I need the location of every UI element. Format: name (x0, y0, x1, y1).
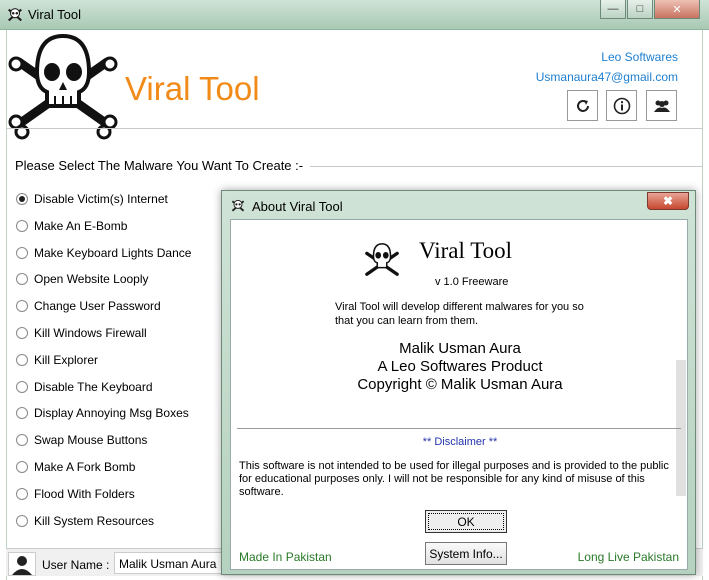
about-close-button[interactable]: ✖ (647, 192, 689, 210)
radio-button[interactable] (16, 434, 28, 447)
skull-icon (7, 8, 23, 22)
about-dialog: About Viral Tool ✖ Viral Tool v 1.0 Free… (221, 190, 696, 575)
ok-button[interactable]: OK (425, 510, 507, 533)
users-button[interactable] (646, 90, 677, 121)
malware-option-label: Flood With Folders (34, 486, 135, 501)
malware-group-label: Please Select The Malware You Want To Cr… (12, 158, 307, 173)
email-link[interactable]: Usmanaura47@gmail.com (536, 70, 678, 84)
malware-option[interactable]: Make Keyboard Lights Dance (16, 246, 191, 260)
description-text: Viral Tool will develop different malwar… (335, 301, 584, 327)
system-info-button[interactable]: System Info... (425, 542, 507, 565)
radio-button[interactable] (16, 219, 28, 232)
group-divider (310, 166, 703, 167)
radio-button[interactable] (16, 407, 28, 420)
company-link[interactable]: Leo Softwares (601, 50, 678, 64)
malware-option-label: Make An E-Bomb (34, 218, 128, 233)
malware-option[interactable]: Kill Windows Firewall (16, 326, 147, 340)
radio-button[interactable] (16, 246, 28, 259)
malware-option[interactable]: Disable The Keyboard (16, 380, 153, 394)
info-button[interactable] (606, 90, 637, 121)
title-bar: Viral Tool — □ ✕ (0, 0, 709, 30)
radio-button[interactable] (16, 514, 28, 527)
about-content: Viral Tool v 1.0 Freeware Viral Tool wil… (230, 219, 688, 570)
malware-option[interactable]: Disable Victim(s) Internet (16, 192, 168, 206)
malware-option[interactable]: Swap Mouse Buttons (16, 433, 147, 447)
skull-icon (231, 199, 245, 212)
disclaimer-title: ** Disclaimer ** (422, 436, 498, 448)
malware-option-label: Swap Mouse Buttons (34, 433, 148, 448)
skull-crossbones-logo (8, 33, 118, 140)
avatar (8, 552, 36, 576)
malware-option-label: Make Keyboard Lights Dance (34, 245, 192, 260)
malware-option[interactable]: Make An E-Bomb (16, 219, 127, 233)
app-title: Viral Tool (125, 70, 260, 107)
malware-option-label: Kill Explorer (34, 352, 99, 367)
malware-option[interactable]: Kill Explorer (16, 353, 98, 367)
radio-button[interactable] (16, 380, 28, 393)
malware-option-label: Disable Victim(s) Internet (34, 192, 168, 206)
malware-option-label: Make A Fork Bomb (34, 460, 136, 474)
user-name-label: User Name : (42, 558, 110, 572)
radio-button[interactable] (16, 300, 28, 313)
radio-button[interactable] (16, 461, 28, 473)
close-button[interactable]: ✕ (654, 0, 700, 19)
radio-button[interactable] (16, 193, 28, 205)
group-divider (6, 128, 703, 129)
malware-option-label: Kill Windows Firewall (34, 326, 147, 340)
radio-button[interactable] (16, 273, 28, 286)
user-icon (12, 556, 32, 575)
user-name-field[interactable]: Malik Usman Aura (114, 552, 232, 574)
product-text: A Leo Softwares Product (377, 358, 543, 375)
users-icon (653, 100, 670, 112)
radio-button[interactable] (16, 353, 28, 366)
maximize-button[interactable]: □ (627, 0, 653, 19)
malware-option-label: Disable The Keyboard (34, 379, 153, 394)
malware-option[interactable]: Flood With Folders (16, 487, 135, 501)
version-label: v 1.0 Freeware (435, 276, 509, 288)
malware-option[interactable]: Display Annoying Msg Boxes (16, 406, 189, 420)
malware-option[interactable]: Make A Fork Bomb (16, 460, 135, 474)
disclaimer-text: This software is not intended to be used… (239, 460, 669, 498)
window-title: Viral Tool (28, 7, 81, 22)
author-text: Malik Usman Aura (399, 340, 521, 357)
radio-button[interactable] (16, 327, 28, 339)
skull-crossbones-logo (365, 243, 399, 276)
about-dialog-title: About Viral Tool (252, 199, 343, 214)
malware-option[interactable]: Kill System Resources (16, 514, 154, 528)
malware-option[interactable]: Change User Password (16, 299, 161, 313)
malware-option[interactable]: Open Website Looply (16, 272, 149, 286)
malware-option-label: Kill System Resources (34, 513, 155, 528)
long-live-label: Long Live Pakistan (577, 550, 679, 564)
malware-option-label: Change User Password (34, 299, 161, 314)
copyright-text: Copyright © Malik Usman Aura (357, 376, 563, 393)
divider (237, 428, 681, 429)
malware-option-label: Display Annoying Msg Boxes (34, 406, 189, 421)
info-icon (613, 97, 630, 114)
refresh-icon (576, 99, 589, 112)
made-in-label: Made In Pakistan (239, 550, 332, 564)
radio-button[interactable] (16, 487, 28, 500)
about-app-name: Viral Tool (419, 238, 513, 263)
refresh-button[interactable] (567, 90, 598, 121)
malware-option-label: Open Website Looply (34, 272, 149, 287)
minimize-button[interactable]: — (600, 0, 626, 19)
